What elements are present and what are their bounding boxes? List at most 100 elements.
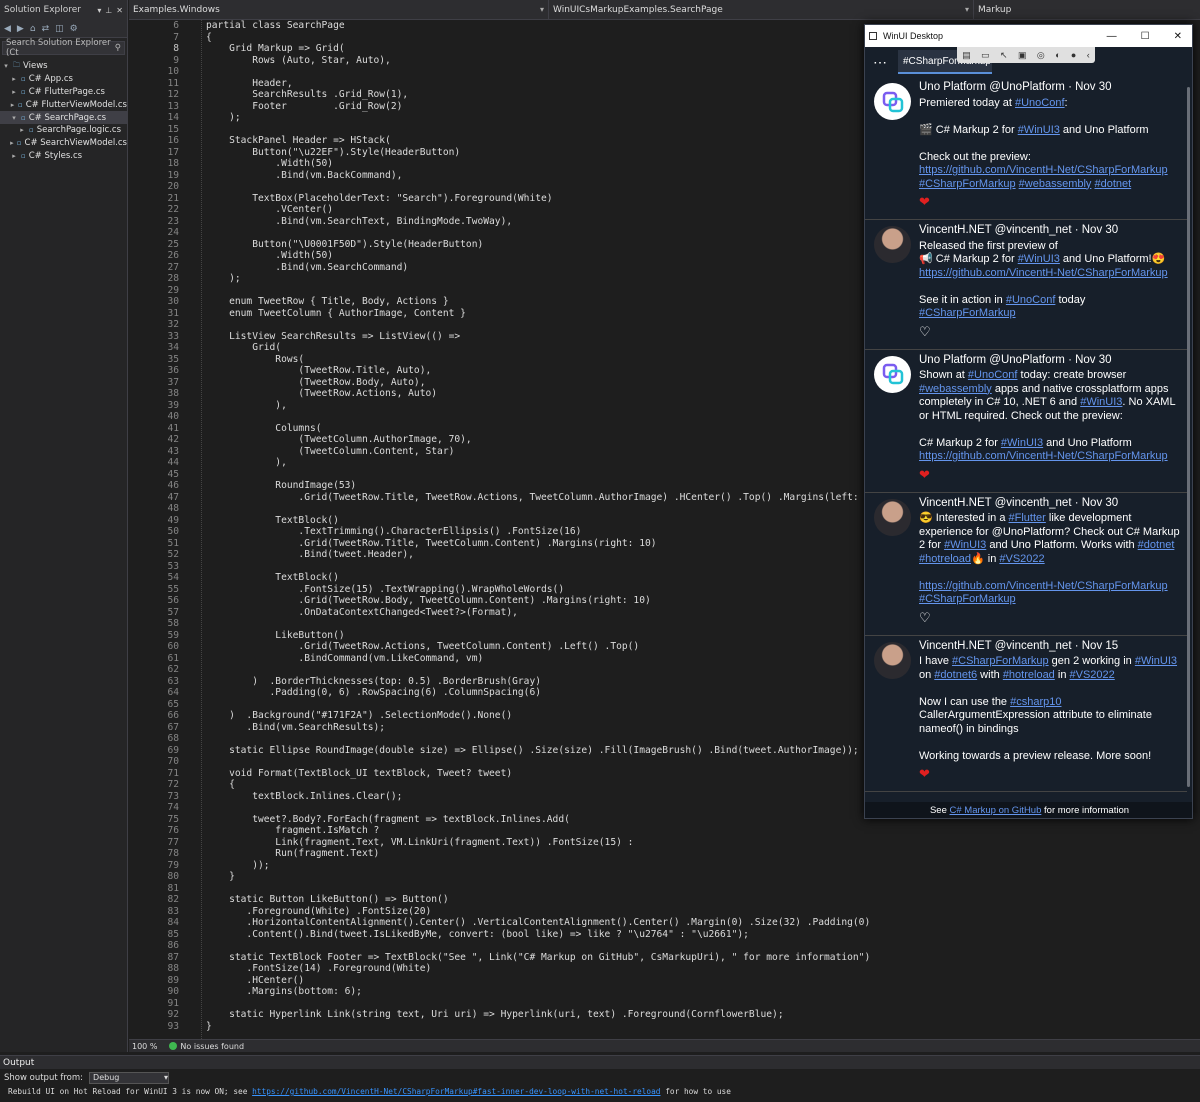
minimize-icon[interactable]: — — [1107, 31, 1117, 42]
sync-icon[interactable]: ⇄ — [42, 24, 50, 34]
output-message-link[interactable]: https://github.com/VincentH-Net/CSharpFo… — [252, 1087, 660, 1096]
track-focus-icon[interactable]: ◎ — [1037, 50, 1045, 61]
back-button[interactable]: ⋯ — [873, 54, 888, 71]
solution-tree-item[interactable]: ▾ 🗀 Views — [0, 60, 127, 73]
tweet-item[interactable]: VincentH.NET @vincenth_net · Nov 30 😎 Int… — [865, 493, 1187, 636]
tweet-link[interactable]: #UnoConf — [1006, 294, 1056, 306]
hot-reload-ok-icon[interactable]: ● — [1071, 50, 1076, 60]
tweet-link[interactable]: #VS2022 — [1070, 669, 1115, 681]
like-button[interactable]: ♡ — [919, 324, 1181, 343]
code-line[interactable]: 86 — [129, 940, 1200, 952]
tweet-link[interactable]: #WinUI3 — [944, 539, 986, 551]
code-line[interactable]: 83 .Foreground(White) .FontSize(20) — [129, 906, 1200, 918]
tweet-link[interactable]: #csharp10 — [1010, 696, 1061, 708]
tweet-link[interactable]: https://github.com/VincentH-Net/CSharpFo… — [919, 450, 1168, 462]
code-line[interactable]: 81 — [129, 883, 1200, 895]
window-titlebar[interactable]: WinUI Desktop — ☐ ✕ — [865, 25, 1192, 47]
pin-icon[interactable]: ⊥ — [105, 6, 112, 15]
solution-search-box[interactable]: Search Solution Explorer (Ct ⚲ — [2, 38, 125, 58]
tweet-link[interactable]: #webassembly — [919, 383, 992, 395]
expander-icon[interactable]: ▸ — [10, 101, 15, 109]
tweet-link[interactable]: #UnoConf — [968, 369, 1018, 381]
expander-icon[interactable]: ▸ — [10, 139, 14, 147]
home-icon[interactable]: ⌂ — [30, 24, 36, 34]
tweet-link[interactable]: #dotnet — [1094, 178, 1131, 190]
code-line[interactable]: 82 static Button LikeButton() => Button(… — [129, 894, 1200, 906]
tweet-link[interactable]: #VS2022 — [999, 553, 1044, 565]
tweet-link[interactable]: #WinUI3 — [1135, 655, 1177, 667]
code-line[interactable]: 76 fragment.IsMatch ? — [129, 825, 1200, 837]
solution-tree-item[interactable]: ▸ ▫ C# FlutterPage.cs — [0, 86, 127, 99]
tweet-link[interactable]: #hotreload — [919, 553, 971, 565]
expander-icon[interactable]: ▸ — [10, 75, 18, 83]
select-element-icon[interactable]: ↖ — [1000, 50, 1008, 61]
solution-tree-item[interactable]: ▸ ▫ C# Styles.cs — [0, 150, 127, 163]
footer-github-link[interactable]: C# Markup on GitHub — [950, 805, 1042, 816]
collapse-icon[interactable]: ‹ — [1087, 50, 1090, 60]
tweet-link[interactable]: #UnoConf — [1015, 97, 1065, 109]
tweet-item[interactable]: Uno Platform @UnoPlatform · Nov 30 Premie… — [865, 77, 1187, 220]
back-icon[interactable]: ◀ — [4, 24, 11, 34]
dropdown-icon[interactable]: ▾ — [97, 6, 101, 15]
expander-icon[interactable]: ▸ — [18, 126, 26, 134]
tweet-link[interactable]: #CSharpForMarkup — [919, 593, 1016, 605]
expander-icon[interactable]: ▾ — [2, 62, 10, 70]
binding-failures-icon[interactable]: ◐ — [1055, 50, 1060, 60]
solution-tree-item[interactable]: ▾ ▫ C# SearchPage.cs — [0, 111, 127, 124]
code-line[interactable]: 85 .Content().Bind(tweet.IsLikedByMe, co… — [129, 929, 1200, 941]
code-line[interactable]: 91 — [129, 998, 1200, 1010]
tweet-link[interactable]: https://github.com/VincentH-Net/CSharpFo… — [919, 267, 1168, 279]
tweet-link[interactable]: https://github.com/VincentH-Net/CSharpFo… — [919, 580, 1168, 592]
code-line[interactable]: 92 static Hyperlink Link(string text, Ur… — [129, 1009, 1200, 1021]
tweet-link[interactable]: #hotreload — [1003, 669, 1055, 681]
tweet-item[interactable]: VincentH.NET @vincenth_net · Nov 15 I hav… — [865, 636, 1187, 792]
code-line[interactable]: 84 .HorizontalContentAlignment().Center(… — [129, 917, 1200, 929]
scrollbar[interactable] — [1187, 87, 1190, 787]
code-line[interactable]: 93} — [129, 1021, 1200, 1033]
like-button[interactable]: ❤ — [919, 195, 1181, 213]
tweet-link[interactable]: #WinUI3 — [1080, 396, 1122, 408]
zoom-level[interactable]: 100 % — [132, 1042, 157, 1051]
solution-tree-item[interactable]: ▸ ▫ SearchPage.logic.cs — [0, 124, 127, 137]
code-line[interactable]: 79 )); — [129, 860, 1200, 872]
solution-tree-item[interactable]: ▸ ▫ C# App.cs — [0, 73, 127, 86]
tweet-link[interactable]: #CSharpForMarkup — [919, 178, 1016, 190]
expander-icon[interactable]: ▸ — [10, 88, 18, 96]
like-button[interactable]: ❤ — [919, 467, 1181, 486]
live-visual-tree-icon[interactable]: ▤ — [962, 50, 971, 61]
solution-tree-item[interactable]: ▸ ▫ C# SearchViewModel.cs — [0, 137, 127, 150]
tweet-item[interactable]: Uno Platform @UnoPlatform · Nov 30 Shown … — [865, 350, 1187, 493]
tweet-link[interactable]: https://github.com/VincentH-Net/CSharpFo… — [919, 164, 1168, 176]
pending-changes-icon[interactable]: ◫ — [55, 24, 64, 34]
close-icon[interactable]: ✕ — [116, 6, 123, 15]
project-dropdown[interactable]: Examples.Windows ▾ — [129, 0, 549, 19]
record-icon[interactable]: ▭ — [981, 50, 990, 61]
code-line[interactable]: 88 .FontSize(14) .Foreground(White) — [129, 963, 1200, 975]
class-dropdown[interactable]: WinUICsMarkupExamples.SearchPage ▾ — [549, 0, 974, 19]
tweet-link[interactable]: #CSharpForMarkup — [952, 655, 1049, 667]
display-adorners-icon[interactable]: ▣ — [1018, 50, 1027, 61]
code-line[interactable]: 77 Link(fragment.Text, VM.LinkUri(fragme… — [129, 837, 1200, 849]
issues-indicator[interactable]: No issues found — [169, 1042, 244, 1051]
tweet-link[interactable]: #dotnet6 — [934, 669, 977, 681]
code-line[interactable]: 90 .Margins(bottom: 6); — [129, 986, 1200, 998]
like-button[interactable]: ❤ — [919, 767, 1181, 785]
code-line[interactable]: 87 static TextBlock Footer => TextBlock(… — [129, 952, 1200, 964]
tweet-link[interactable]: #WinUI3 — [1001, 437, 1043, 449]
tweet-item[interactable]: VincentH.NET @vincenth_net · Nov 30 Relea… — [865, 220, 1187, 350]
tweet-link[interactable]: #WinUI3 — [1018, 253, 1060, 265]
tweet-link[interactable]: #Flutter — [1009, 512, 1046, 524]
output-source-select[interactable]: Debug ▾ — [89, 1071, 170, 1084]
settings-icon[interactable]: ⚙ — [70, 24, 78, 34]
tweet-link[interactable]: #webassembly — [1019, 178, 1092, 190]
solution-tree-item[interactable]: ▸ ▫ C# FlutterViewModel.cs — [0, 98, 127, 111]
tweet-link[interactable]: #CSharpForMarkup — [919, 307, 1016, 319]
forward-icon[interactable]: ▶ — [17, 24, 24, 34]
member-dropdown[interactable]: Markup — [974, 0, 1174, 19]
code-line[interactable]: 80 } — [129, 871, 1200, 883]
like-button[interactable]: ♡ — [919, 610, 1181, 629]
tweet-link[interactable]: #WinUI3 — [1018, 124, 1060, 136]
maximize-icon[interactable]: ☐ — [1141, 31, 1150, 42]
search-results-list[interactable]: Uno Platform @UnoPlatform · Nov 30 Premie… — [865, 77, 1187, 802]
tweet-link[interactable]: #dotnet — [1138, 539, 1175, 551]
